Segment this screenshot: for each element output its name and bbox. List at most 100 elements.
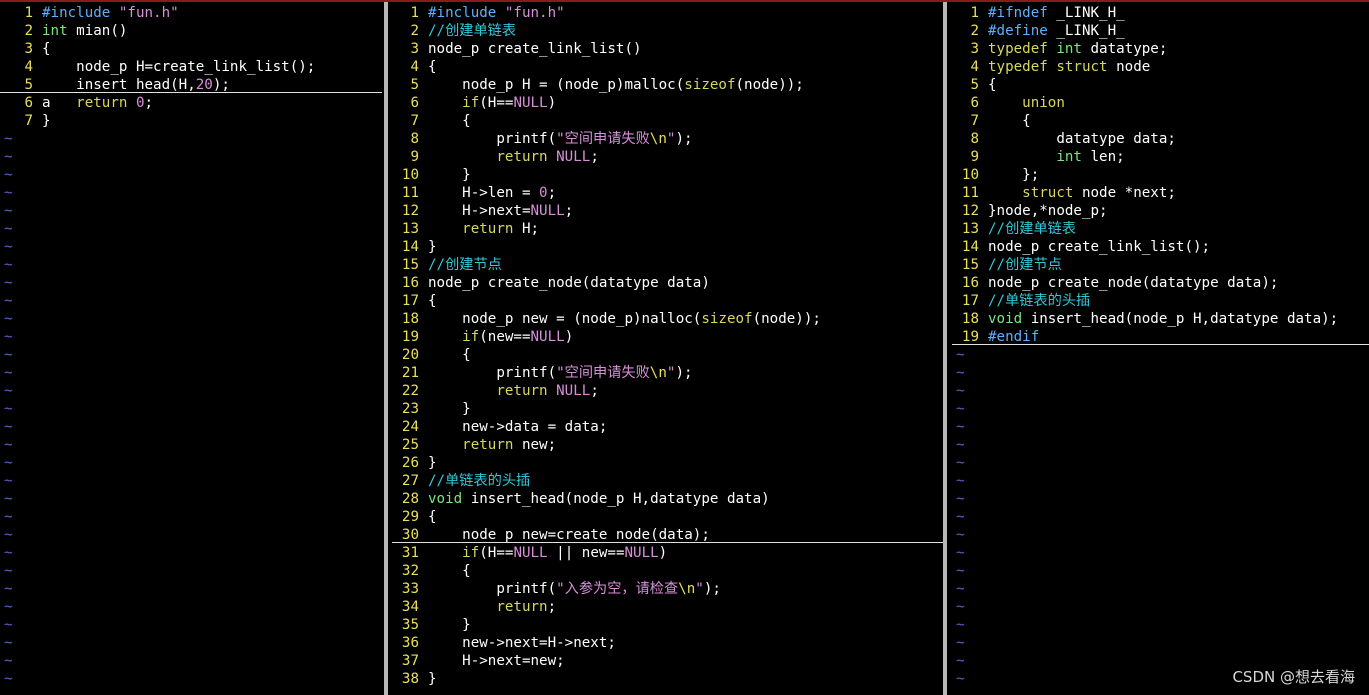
code-line[interactable]: 29 {: [392, 508, 943, 526]
code-line[interactable]: 3 typedef int datatype;: [952, 40, 1369, 58]
code-line[interactable]: 1 #ifndef _LINK_H_: [952, 4, 1369, 22]
code-text: node_p H = (node_p)malloc(sizeof(node));: [428, 77, 804, 93]
code-line[interactable]: 28 void insert_head(node_p H,datatype dat…: [392, 490, 943, 508]
code-line[interactable]: 7 {: [392, 112, 943, 130]
code-text: }: [428, 239, 437, 255]
code-line[interactable]: 13 //创建单链表: [952, 220, 1369, 238]
code-line[interactable]: 8 printf("空间申请失败\n");: [392, 130, 943, 148]
line-number: 25: [401, 437, 419, 453]
empty-buffer-line: ~: [4, 329, 13, 345]
code-line[interactable]: 16 node_p create_node(datatype data);: [952, 274, 1369, 292]
code-line[interactable]: 14 node_p create_link_list();: [952, 238, 1369, 256]
code-line[interactable]: 26}: [392, 454, 943, 472]
code-line[interactable]: 22 return NULL;: [392, 382, 943, 400]
line-number: 18: [401, 311, 419, 327]
code-text: insert_head(H,20);: [42, 77, 230, 93]
code-line[interactable]: 1 #include "fun.h": [0, 4, 382, 22]
code-line[interactable]: 9 int len;: [952, 148, 1369, 166]
code-line[interactable]: 27 //单链表的头插: [392, 472, 943, 490]
code-line[interactable]: 21 printf("空间申请失败\n");: [392, 364, 943, 382]
code-line[interactable]: 33 printf("入参为空，请检查\n");: [392, 580, 943, 598]
empty-buffer-line: ~: [4, 635, 13, 651]
code-line[interactable]: 10 };: [952, 166, 1369, 184]
editor-pane-main[interactable]: 1 #include "fun.h" 2 int mian() 3{4 node_p H…: [0, 2, 382, 695]
code-line[interactable]: 6 if(H==NULL): [392, 94, 943, 112]
code-line[interactable]: 11 H->len = 0;: [392, 184, 943, 202]
line-number: 35: [401, 617, 419, 633]
code-text: H->next=NULL;: [428, 203, 574, 219]
code-text: {: [428, 347, 471, 363]
code-text: }: [428, 167, 471, 183]
code-line[interactable]: 2 int mian(): [0, 22, 382, 40]
code-line[interactable]: 17 {: [392, 292, 943, 310]
code-line[interactable]: 7 {: [952, 112, 1369, 130]
code-line[interactable]: 36 new->next=H->next;: [392, 634, 943, 652]
code-line[interactable]: 5 node_p H = (node_p)malloc(sizeof(node)…: [392, 76, 943, 94]
empty-buffer-line: ~: [4, 293, 13, 309]
code-line[interactable]: 10 }: [392, 166, 943, 184]
line-number: 3: [970, 41, 979, 57]
code-line[interactable]: 19 if(new==NULL): [392, 328, 943, 346]
code-line[interactable]: 3 node_p create_link_list(): [392, 40, 943, 58]
code-line[interactable]: 38}: [392, 670, 943, 688]
code-text: //创建节点: [428, 257, 502, 273]
line-number: 37: [401, 653, 419, 669]
empty-buffer-line: ~: [4, 275, 13, 291]
code-line[interactable]: 12 H->next=NULL;: [392, 202, 943, 220]
split-divider-right[interactable]: [943, 2, 947, 695]
empty-buffer-line: ~: [956, 527, 965, 543]
empty-buffer-line: ~: [4, 383, 13, 399]
empty-buffer-line: ~: [956, 509, 965, 525]
code-line[interactable]: 11 struct node *next;: [952, 184, 1369, 202]
code-line[interactable]: 17 //单链表的头插: [952, 292, 1369, 310]
code-line[interactable]: 9 return NULL;: [392, 148, 943, 166]
code-line[interactable]: 16 node_p create_node(datatype data): [392, 274, 943, 292]
line-number: 34: [401, 599, 419, 615]
code-line[interactable]: 31 if(H==NULL || new==NULL): [392, 544, 943, 562]
code-line[interactable]: 7}: [0, 112, 382, 130]
code-line[interactable]: 4 node_p H=create_link_list();: [0, 58, 382, 76]
editor-pane-fun-h[interactable]: 1 #ifndef _LINK_H_ 2 #define _LINK_H_ 3 typed…: [952, 2, 1369, 695]
code-line[interactable]: 23 }: [392, 400, 943, 418]
code-line[interactable]: 24 new->data = data;: [392, 418, 943, 436]
code-line[interactable]: 15 //创建节点: [952, 256, 1369, 274]
code-text: if(H==NULL): [462, 95, 557, 111]
code-line[interactable]: 2 //创建单链表: [392, 22, 943, 40]
code-line[interactable]: 1 #include "fun.h": [392, 4, 943, 22]
code-line[interactable]: 14}: [392, 238, 943, 256]
code-line[interactable]: 15 //创建节点: [392, 256, 943, 274]
line-number: 6: [24, 95, 33, 111]
code-line[interactable]: 35 }: [392, 616, 943, 634]
empty-buffer-line: ~: [4, 581, 13, 597]
empty-buffer-line: ~: [4, 365, 13, 381]
line-number: 38: [401, 671, 419, 687]
empty-buffer-line: ~: [4, 599, 13, 615]
empty-buffer-line: ~: [4, 401, 13, 417]
line-number: 28: [401, 491, 419, 507]
code-line[interactable]: 18 void insert_head(node_p H,datatype dat…: [952, 310, 1369, 328]
code-line[interactable]: 6 union: [952, 94, 1369, 112]
empty-buffer-line: ~: [4, 545, 13, 561]
split-divider-left[interactable]: [384, 2, 388, 695]
code-line[interactable]: 4{: [392, 58, 943, 76]
code-line[interactable]: 6 a return 0;: [0, 94, 382, 112]
empty-buffer-line: ~: [956, 581, 965, 597]
code-line[interactable]: 20 {: [392, 346, 943, 364]
code-line[interactable]: 34 return;: [392, 598, 943, 616]
line-number: 11: [401, 185, 419, 201]
code-line[interactable]: 25 return new;: [392, 436, 943, 454]
line-number: 15: [961, 257, 979, 273]
code-line[interactable]: 8 datatype data;: [952, 130, 1369, 148]
code-line[interactable]: 12}node,*node_p;: [952, 202, 1369, 220]
code-line[interactable]: 18 node_p new = (node_p)nalloc(sizeof(no…: [392, 310, 943, 328]
code-line[interactable]: 3{: [0, 40, 382, 58]
code-line[interactable]: 5{: [952, 76, 1369, 94]
code-text: if(new==NULL): [462, 329, 574, 345]
code-line[interactable]: 4 typedef struct node: [952, 58, 1369, 76]
code-line[interactable]: 37 H->next=new;: [392, 652, 943, 670]
code-line[interactable]: 32 {: [392, 562, 943, 580]
code-line[interactable]: 13 return H;: [392, 220, 943, 238]
empty-buffer-line: ~: [956, 491, 965, 507]
code-line[interactable]: 2 #define _LINK_H_: [952, 22, 1369, 40]
editor-pane-fun-c[interactable]: 1 #include "fun.h" 2 //创建单链表 3 node_p create_…: [392, 2, 943, 695]
